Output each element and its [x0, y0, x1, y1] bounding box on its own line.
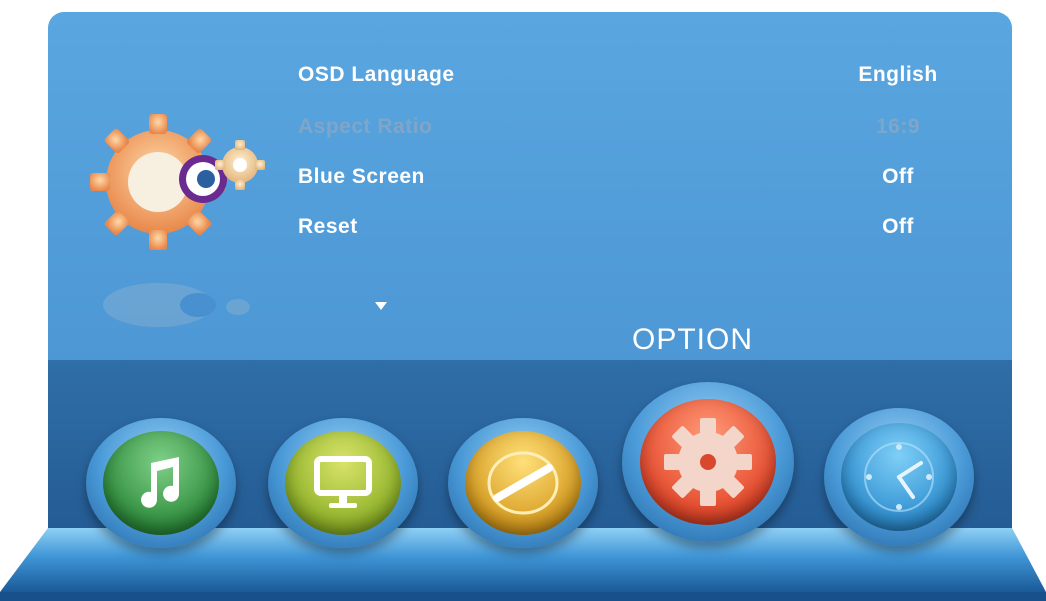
gear-icon [664, 418, 752, 506]
menu-row-reset[interactable]: Reset Off [298, 207, 958, 247]
dock-button-sound[interactable] [448, 418, 598, 548]
menu-value: Off [882, 165, 914, 188]
dock-button-time[interactable] [824, 408, 974, 546]
dock-button-music[interactable] [86, 418, 236, 548]
music-note-icon [141, 457, 180, 508]
dock-button-option[interactable] [622, 382, 794, 542]
menu-row-osd-language[interactable]: OSD Language English [298, 55, 958, 95]
clock-icon [864, 442, 934, 512]
menu-value: Off [882, 215, 914, 238]
monitor-icon [314, 456, 372, 508]
dial-icon [487, 451, 559, 515]
menu-label: Blue Screen [298, 165, 425, 188]
menu-value: English [858, 63, 938, 86]
menu-label: OSD Language [298, 63, 455, 86]
settings-gears-icon [90, 114, 265, 327]
osd-menu-panel: OSD Language English Aspect Ratio 16:9 B… [48, 12, 1012, 372]
menu-value: 16:9 [875, 115, 921, 138]
menu-row-blue-screen[interactable]: Blue Screen Off [298, 157, 958, 197]
dock-button-picture[interactable] [268, 418, 418, 548]
menu-label: Aspect Ratio [298, 115, 433, 138]
scroll-down-arrow-icon[interactable] [375, 302, 387, 310]
menu-row-aspect-ratio: Aspect Ratio 16:9 [298, 107, 958, 147]
active-menu-title: OPTION [632, 323, 754, 356]
menu-label: Reset [298, 215, 358, 238]
